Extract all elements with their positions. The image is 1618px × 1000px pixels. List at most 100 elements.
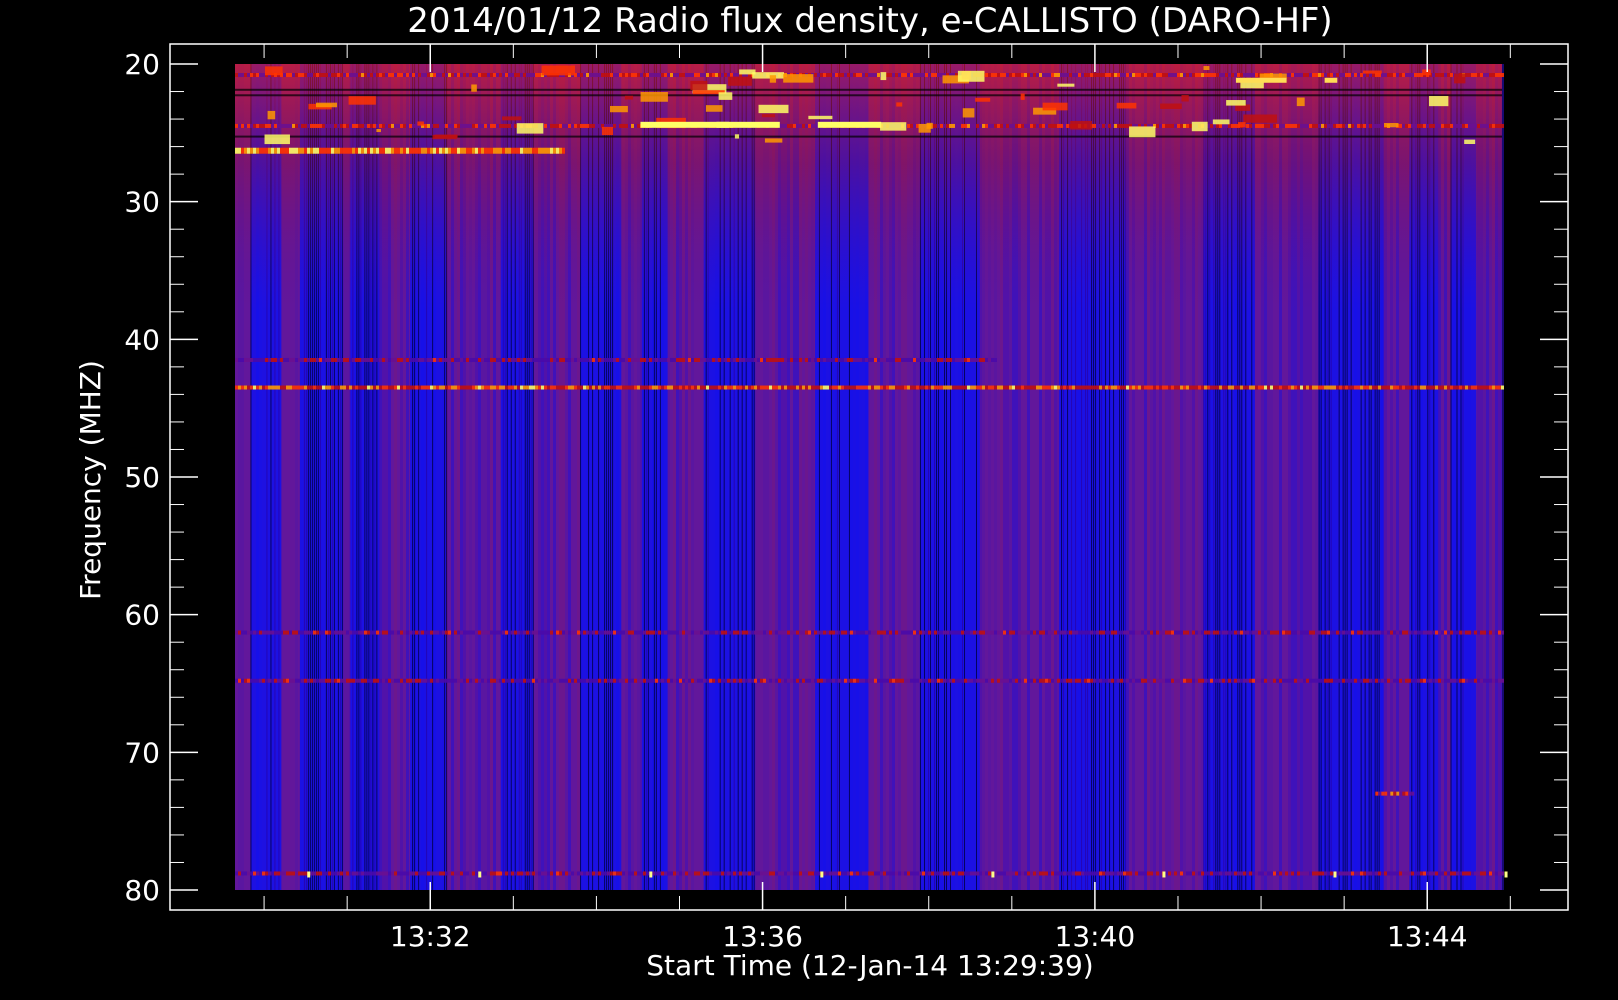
emission-mark bbox=[847, 385, 850, 390]
emission-mark bbox=[469, 630, 472, 635]
emission-mark bbox=[322, 630, 325, 635]
emission-mark bbox=[310, 678, 313, 683]
emission-mark bbox=[1327, 385, 1330, 390]
emission-mark bbox=[250, 871, 253, 876]
emission-mark bbox=[610, 678, 613, 683]
emission-mark bbox=[337, 678, 340, 683]
emission-mark bbox=[1186, 73, 1189, 78]
emission-mark bbox=[1033, 630, 1036, 635]
emission-mark bbox=[400, 73, 403, 78]
emission-mark bbox=[1192, 678, 1195, 683]
emission-mark bbox=[583, 123, 586, 128]
emission-mark bbox=[337, 357, 340, 362]
emission-mark bbox=[1339, 678, 1342, 683]
emission-mark bbox=[922, 357, 925, 362]
emission-mark bbox=[1051, 678, 1054, 683]
emission-mark bbox=[625, 73, 628, 78]
emission-mark bbox=[607, 630, 610, 635]
emission-mark bbox=[661, 385, 664, 390]
emission-mark bbox=[631, 123, 634, 128]
emission-mark bbox=[385, 123, 388, 128]
emission-mark bbox=[469, 73, 472, 78]
emission-mark bbox=[358, 871, 361, 876]
emission-mark bbox=[607, 678, 610, 683]
emission-mark bbox=[1027, 630, 1030, 635]
emission-mark bbox=[1054, 871, 1057, 876]
emission-mark bbox=[1189, 123, 1192, 128]
emission-mark bbox=[766, 385, 769, 390]
emission-mark bbox=[1339, 123, 1342, 128]
emission-mark bbox=[880, 630, 883, 635]
emission-mark bbox=[1282, 630, 1285, 635]
emission-mark bbox=[349, 630, 352, 635]
emission-mark bbox=[1189, 630, 1192, 635]
emission-mark bbox=[616, 357, 619, 362]
emission-mark bbox=[343, 678, 346, 683]
emission-mark bbox=[838, 357, 841, 362]
emission-mark bbox=[658, 385, 661, 390]
emission-mark bbox=[1051, 385, 1054, 390]
emission-mark bbox=[1099, 73, 1102, 78]
emission-mark bbox=[964, 385, 967, 390]
emission-mark bbox=[430, 871, 433, 876]
emission-mark bbox=[841, 871, 844, 876]
emission-mark bbox=[310, 871, 313, 876]
emission-mark bbox=[1372, 871, 1375, 876]
emission-mark bbox=[835, 630, 838, 635]
emission-mark bbox=[1168, 385, 1171, 390]
emission-mark bbox=[1381, 630, 1384, 635]
emission-mark bbox=[337, 630, 340, 635]
emission-mark bbox=[1432, 385, 1435, 390]
emission-mark bbox=[1102, 871, 1105, 876]
emission-mark bbox=[244, 123, 247, 128]
emission-mark bbox=[1015, 123, 1018, 128]
emission-mark bbox=[547, 630, 550, 635]
emission-mark bbox=[1501, 871, 1504, 876]
emission-mark bbox=[814, 385, 817, 390]
emission-mark bbox=[1264, 871, 1267, 876]
emission-mark bbox=[1351, 630, 1354, 635]
emission-mark bbox=[931, 871, 934, 876]
emission-mark bbox=[289, 871, 292, 876]
emission-mark bbox=[724, 73, 727, 78]
emission-mark bbox=[1282, 385, 1285, 390]
emission-mark bbox=[1195, 678, 1198, 683]
emission-mark bbox=[481, 871, 484, 876]
burst-mark bbox=[1464, 139, 1476, 145]
emission-mark bbox=[1033, 871, 1036, 876]
emission-mark bbox=[712, 630, 715, 635]
emission-mark bbox=[1180, 123, 1183, 128]
emission-mark bbox=[1051, 73, 1054, 78]
emission-mark bbox=[994, 73, 997, 78]
emission-mark bbox=[1024, 678, 1027, 683]
emission-mark bbox=[388, 73, 391, 78]
emission-mark bbox=[415, 73, 418, 78]
emission-mark bbox=[643, 385, 646, 390]
emission-mark bbox=[1396, 73, 1399, 78]
emission-mark bbox=[934, 385, 937, 390]
emission-mark bbox=[952, 630, 955, 635]
emission-mark bbox=[310, 357, 313, 362]
emission-mark bbox=[1015, 678, 1018, 683]
emission-mark bbox=[253, 123, 256, 128]
emission-mark bbox=[1030, 385, 1033, 390]
emission-mark bbox=[766, 678, 769, 683]
emission-mark bbox=[280, 357, 283, 362]
emission-mark bbox=[1249, 678, 1252, 683]
emission-mark bbox=[823, 871, 826, 876]
emission-mark bbox=[808, 678, 811, 683]
emission-mark bbox=[1483, 630, 1486, 635]
emission-mark bbox=[247, 73, 250, 78]
emission-mark bbox=[1396, 385, 1399, 390]
emission-mark bbox=[391, 73, 394, 78]
emission-mark bbox=[955, 357, 958, 362]
emission-mark bbox=[1333, 630, 1336, 635]
emission-mark bbox=[382, 630, 385, 635]
emission-mark bbox=[292, 147, 295, 154]
emission-mark bbox=[1060, 678, 1063, 683]
emission-mark bbox=[268, 147, 271, 154]
emission-mark bbox=[766, 630, 769, 635]
emission-mark bbox=[1078, 871, 1081, 876]
emission-mark bbox=[937, 73, 940, 78]
emission-mark bbox=[400, 147, 403, 154]
